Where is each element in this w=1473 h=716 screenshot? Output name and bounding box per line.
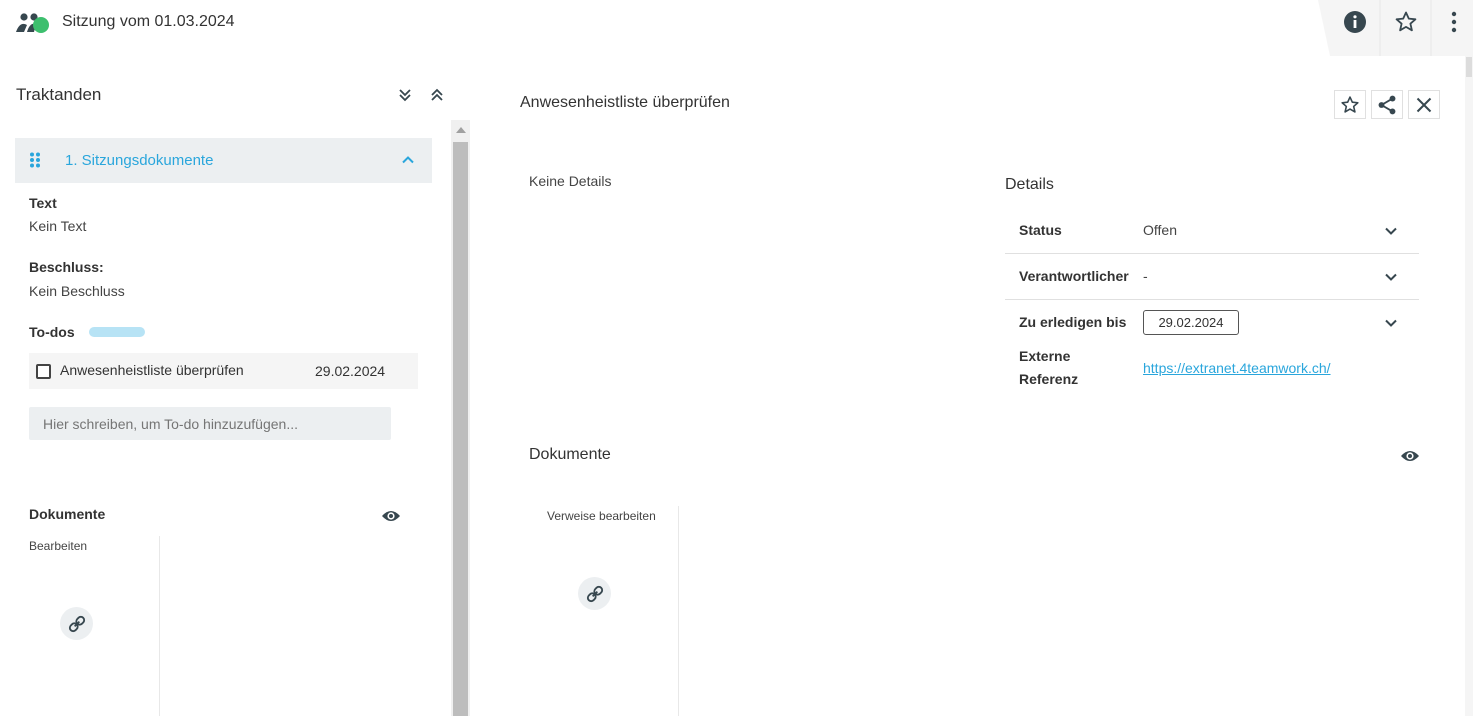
collapse-all-button[interactable] <box>396 86 414 104</box>
divider <box>678 506 679 716</box>
todo-label[interactable]: Anwesenheistliste überprüfen <box>60 362 244 378</box>
due-date-chip[interactable]: 29.02.2024 <box>1143 310 1239 335</box>
triangle-up-icon <box>455 127 466 133</box>
external-reference-label-line1: Externe <box>1019 348 1071 364</box>
chevron-up-icon[interactable] <box>400 152 416 168</box>
close-icon <box>1416 97 1432 112</box>
detail-scrollbar[interactable] <box>1465 56 1473 716</box>
agenda-panel-title: Traktanden <box>16 85 102 104</box>
todo-checkbox[interactable] <box>36 364 51 379</box>
detail-scroll-thumb[interactable] <box>1466 57 1472 77</box>
due-date-label: Zu erledigen bis <box>1019 314 1127 330</box>
details-heading: Details <box>1005 176 1054 193</box>
agenda-scrollbar[interactable] <box>451 120 470 716</box>
close-button[interactable] <box>1408 90 1440 119</box>
divider <box>159 536 160 716</box>
external-reference-link[interactable]: https://extranet.4teamwork.ch/ <box>1143 360 1331 376</box>
responsible-value[interactable]: - <box>1143 268 1148 284</box>
more-options-button[interactable] <box>1439 7 1469 37</box>
responsible-row[interactable]: Verantwortlicher - <box>1005 254 1419 300</box>
external-reference-label-line2: Referenz <box>1019 371 1079 387</box>
agenda-panel: Traktanden 1. Sitzungsdokumente Text Kei… <box>0 56 470 716</box>
group-users-icon <box>16 13 49 33</box>
todo-detail-panel: Anwesenheistliste überprüfen Keine Detai… <box>470 56 1465 716</box>
link-icon <box>586 585 603 602</box>
star-outline-icon <box>1395 11 1417 32</box>
page-title: Sitzung vom 01.03.2024 <box>62 13 235 30</box>
more-vertical-icon <box>1451 11 1457 33</box>
chevron-down-icon[interactable] <box>1383 269 1399 285</box>
status-value[interactable]: Offen <box>1143 222 1177 238</box>
link-references-button[interactable] <box>578 577 611 610</box>
share-icon <box>1378 95 1396 114</box>
text-value: Kein Text <box>29 218 87 234</box>
add-todo-input[interactable] <box>29 407 391 440</box>
link-documents-button[interactable] <box>60 607 93 640</box>
todo-item[interactable]: Anwesenheistliste überprüfen 29.02.2024 <box>29 353 418 389</box>
status-label: Status <box>1019 222 1062 238</box>
due-date-row[interactable]: Zu erledigen bis 29.02.2024 <box>1005 300 1419 346</box>
responsible-label: Verantwortlicher <box>1019 268 1129 284</box>
app-header: Sitzung vom 01.03.2024 <box>0 0 1473 56</box>
star-outline-icon <box>1341 95 1359 113</box>
documents-heading-right: Dokumente <box>529 446 611 463</box>
info-icon <box>1344 11 1366 33</box>
edit-documents-label[interactable]: Bearbeiten <box>29 539 87 553</box>
drag-handle-icon[interactable] <box>29 152 41 168</box>
app-root: Sitzung vom 01.03.2024 Traktanden 1. Sit… <box>0 0 1473 716</box>
no-details-text: Keine Details <box>529 173 612 189</box>
header-actions <box>1318 0 1473 56</box>
chevron-down-icon[interactable] <box>1383 223 1399 239</box>
scroll-up-button[interactable] <box>451 120 470 140</box>
agenda-item-label[interactable]: 1. Sitzungsdokumente <box>65 152 213 169</box>
decision-label: Beschluss: <box>29 259 104 275</box>
todos-label: To-dos <box>29 324 75 340</box>
todo-date: 29.02.2024 <box>315 363 386 379</box>
double-chevron-down-icon <box>399 89 411 102</box>
favorite-button[interactable] <box>1391 7 1421 37</box>
share-button[interactable] <box>1371 90 1403 119</box>
todos-progress-badge <box>89 327 145 337</box>
documents-heading-left: Dokumente <box>29 506 106 522</box>
status-row[interactable]: Status Offen <box>1005 208 1419 254</box>
info-button[interactable] <box>1340 7 1370 37</box>
eye-icon[interactable] <box>1400 448 1420 464</box>
scroll-thumb[interactable] <box>453 142 468 716</box>
text-label: Text <box>29 195 57 211</box>
todo-detail-title: Anwesenheistliste überprüfen <box>520 94 730 111</box>
decision-value: Kein Beschluss <box>29 283 125 299</box>
link-icon <box>68 615 85 632</box>
agenda-item[interactable]: 1. Sitzungsdokumente <box>15 138 432 183</box>
expand-all-button[interactable] <box>428 86 446 104</box>
favorite-todo-button[interactable] <box>1334 90 1366 119</box>
chevron-down-icon[interactable] <box>1383 315 1399 331</box>
edit-references-label[interactable]: Verweise bearbeiten <box>547 509 656 523</box>
double-chevron-up-icon <box>431 88 443 101</box>
eye-icon[interactable] <box>381 508 401 524</box>
